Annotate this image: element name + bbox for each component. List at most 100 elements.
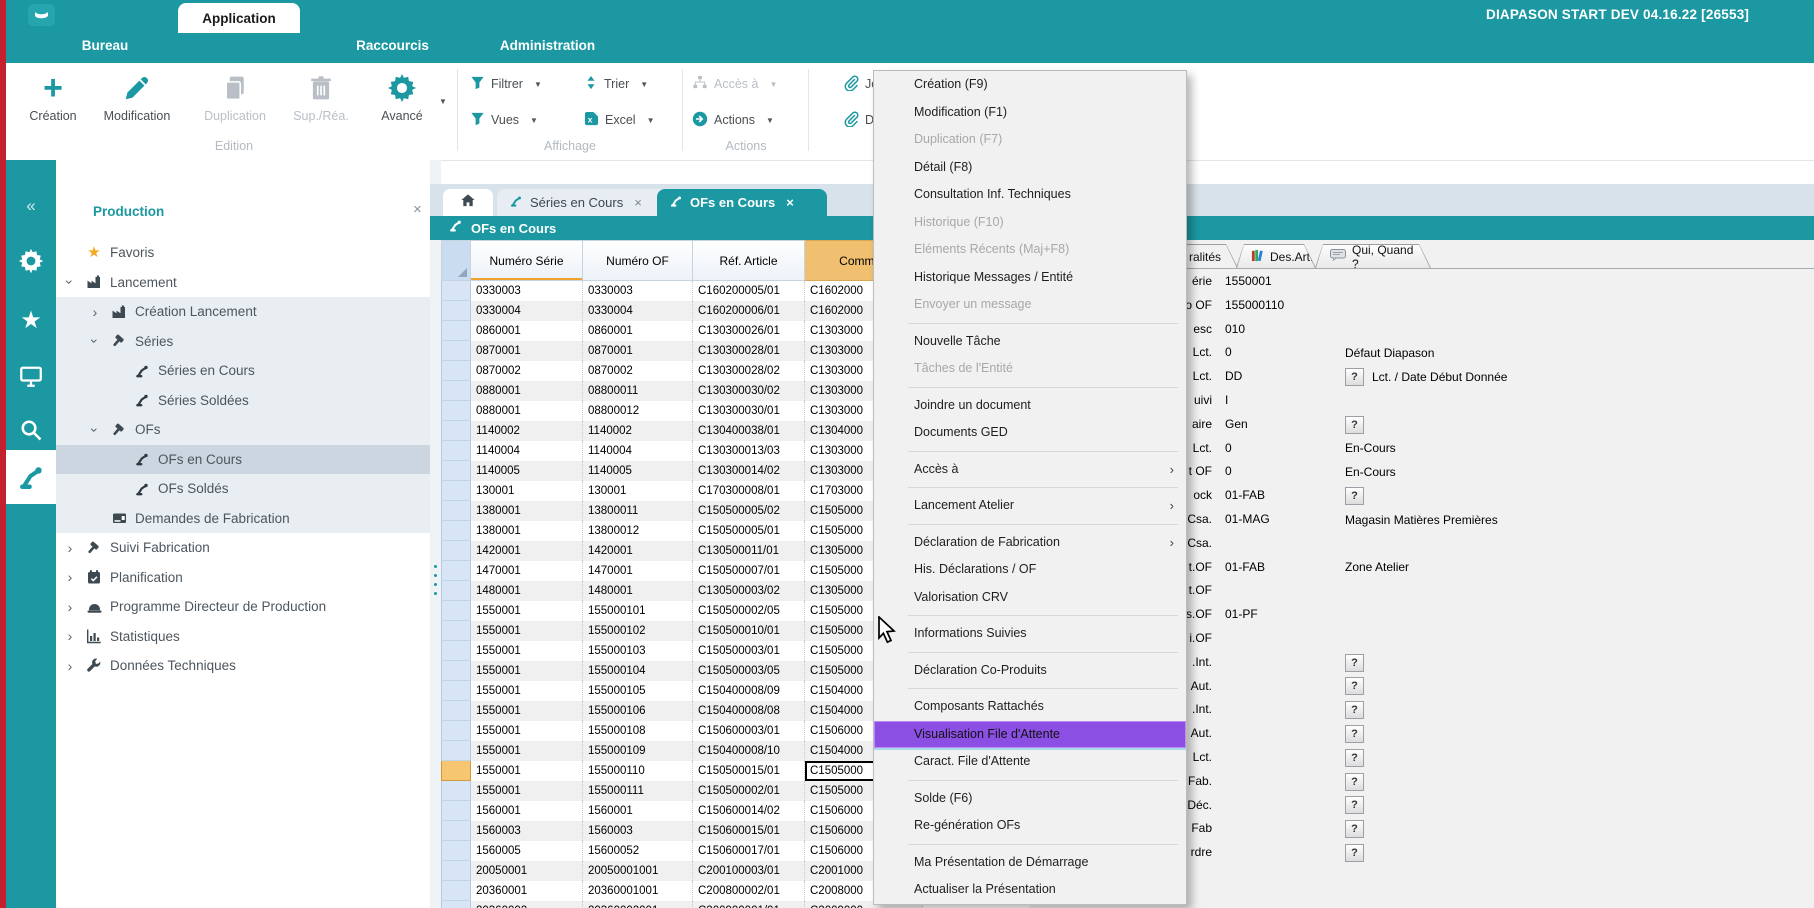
avance-button[interactable]: Avancé bbox=[364, 69, 440, 135]
cell[interactable]: 155000102 bbox=[583, 621, 693, 641]
cell[interactable]: C130300028/01 bbox=[693, 341, 805, 361]
cell[interactable]: 1380001 bbox=[471, 501, 583, 521]
help-button[interactable]: ? bbox=[1345, 654, 1364, 672]
row-selector-cell[interactable] bbox=[441, 381, 471, 401]
sidebar-item-ofs-en-cours[interactable]: ›OFs en Cours bbox=[56, 445, 430, 475]
table-row[interactable]: 2036000220360002001C200900001/01C2009000 bbox=[441, 901, 924, 908]
modification-button[interactable]: Modification bbox=[85, 69, 189, 135]
menu-item-creation-f9[interactable]: Création (F9) bbox=[874, 71, 1186, 99]
table-row[interactable]: 1550001155000111C150500002/01C1505000 bbox=[441, 781, 924, 801]
cell[interactable]: C130500003/02 bbox=[693, 581, 805, 601]
cell[interactable]: 20360002 bbox=[471, 901, 583, 908]
cell[interactable]: 1140005 bbox=[583, 461, 693, 481]
menu-tab-raccourcis[interactable]: Raccourcis bbox=[340, 38, 445, 53]
cell[interactable]: C150500003/01 bbox=[693, 641, 805, 661]
cell[interactable]: 155000108 bbox=[583, 721, 693, 741]
table-row[interactable]: 08700010870001C130300028/01C1303000 bbox=[441, 341, 924, 361]
cell[interactable]: 1420001 bbox=[583, 541, 693, 561]
cell[interactable]: 20360001001 bbox=[583, 881, 693, 901]
column-header-ref-article[interactable]: Réf. Article bbox=[693, 240, 805, 281]
help-button[interactable]: ? bbox=[1345, 820, 1364, 838]
table-row[interactable]: 11400041140004C130300013/03C1303000 bbox=[441, 441, 924, 461]
table-row[interactable]: 138000113800012C150500005/01C1505000 bbox=[441, 521, 924, 541]
tree-caret-icon[interactable]: › bbox=[62, 270, 78, 294]
cell[interactable]: C150600017/01 bbox=[693, 841, 805, 861]
sidebar-item-programme-directeur-de-production[interactable]: ›Programme Directeur de Production bbox=[56, 592, 430, 622]
modules-gear-icon[interactable] bbox=[6, 248, 56, 279]
cell[interactable]: 0870001 bbox=[471, 341, 583, 361]
row-selector-cell[interactable] bbox=[441, 901, 471, 908]
suppression-button[interactable]: Sup./Réa. bbox=[283, 69, 359, 135]
help-button[interactable]: ? bbox=[1345, 725, 1364, 743]
menu-item-modification-f1[interactable]: Modification (F1) bbox=[874, 99, 1186, 127]
detail-tab-qui-quand[interactable]: Qui, Quand ? bbox=[1315, 244, 1431, 268]
cell[interactable]: 1550001 bbox=[471, 641, 583, 661]
menu-item-joindre-un-document[interactable]: Joindre un document bbox=[874, 392, 1186, 420]
cell[interactable]: C130300030/01 bbox=[693, 401, 805, 421]
cell[interactable]: 1550001 bbox=[471, 701, 583, 721]
cell[interactable]: C150500005/01 bbox=[693, 521, 805, 541]
table-row[interactable]: 15600011560001C150600014/02C1506000 bbox=[441, 801, 924, 821]
cell[interactable]: 1140002 bbox=[583, 421, 693, 441]
vues-button[interactable]: Vues ▼ bbox=[470, 109, 566, 131]
tree-caret-icon[interactable]: › bbox=[58, 540, 82, 556]
search-icon[interactable] bbox=[6, 418, 56, 447]
column-header-numero-serie[interactable]: Numéro Série bbox=[471, 240, 583, 281]
menu-item-ma-presentation-de-demarrage[interactable]: Ma Présentation de Démarrage bbox=[874, 849, 1186, 877]
cell[interactable]: C150400008/08 bbox=[693, 701, 805, 721]
table-row[interactable]: 03300040330004C160200006/01C1602000 bbox=[441, 301, 924, 321]
table-row[interactable]: 03300030330003C160200005/01C1602000 bbox=[441, 281, 924, 301]
cell[interactable]: C130400038/01 bbox=[693, 421, 805, 441]
table-row[interactable]: 156000515600052C150600017/01C1506000 bbox=[441, 841, 924, 861]
cell[interactable]: C150500005/02 bbox=[693, 501, 805, 521]
cell[interactable]: 1480001 bbox=[583, 581, 693, 601]
cell[interactable]: 1550001 bbox=[471, 781, 583, 801]
cell[interactable]: C150500010/01 bbox=[693, 621, 805, 641]
production-module-icon[interactable] bbox=[6, 450, 56, 504]
cell[interactable]: 0880001 bbox=[471, 401, 583, 421]
cell[interactable]: 1470001 bbox=[583, 561, 693, 581]
row-selector-cell[interactable] bbox=[441, 521, 471, 541]
tree-caret-icon[interactable]: › bbox=[58, 658, 82, 674]
sidebar-item-statistiques[interactable]: ›Statistiques bbox=[56, 622, 430, 652]
cell[interactable]: 1560005 bbox=[471, 841, 583, 861]
row-selector-cell[interactable] bbox=[441, 681, 471, 701]
help-button[interactable]: ? bbox=[1345, 487, 1364, 505]
cell[interactable]: 1140005 bbox=[471, 461, 583, 481]
cell[interactable]: 1470001 bbox=[471, 561, 583, 581]
menu-item-informations-suivies[interactable]: Informations Suivies bbox=[874, 620, 1186, 648]
cell[interactable]: 1550001 bbox=[471, 681, 583, 701]
cell[interactable]: 1550001 bbox=[471, 661, 583, 681]
cell[interactable]: C200800002/01 bbox=[693, 881, 805, 901]
cell[interactable]: C130300014/02 bbox=[693, 461, 805, 481]
tree-caret-icon[interactable]: › bbox=[58, 569, 82, 585]
row-selector-cell[interactable] bbox=[441, 561, 471, 581]
excel-button[interactable]: x Excel ▼ bbox=[584, 109, 674, 131]
menu-item-consultation-inf-techniques[interactable]: Consultation Inf. Techniques bbox=[874, 181, 1186, 209]
close-icon[interactable]: × bbox=[786, 195, 794, 210]
row-selector-cell[interactable] bbox=[441, 761, 471, 781]
cell[interactable]: 155000104 bbox=[583, 661, 693, 681]
cell[interactable]: C160200005/01 bbox=[693, 281, 805, 301]
cell[interactable]: 155000105 bbox=[583, 681, 693, 701]
cell[interactable]: 1140004 bbox=[583, 441, 693, 461]
row-selector-cell[interactable] bbox=[441, 301, 471, 321]
table-row[interactable]: 1550001155000109C150400008/10C1504000 bbox=[441, 741, 924, 761]
filtrer-button[interactable]: Filtrer ▼ bbox=[470, 73, 566, 95]
table-row[interactable]: 14700011470001C150500007/01C1505000 bbox=[441, 561, 924, 581]
row-selector-cell[interactable] bbox=[441, 621, 471, 641]
close-icon[interactable]: × bbox=[634, 195, 642, 210]
cell[interactable]: 155000101 bbox=[583, 601, 693, 621]
column-header-numero-of[interactable]: Numéro OF bbox=[583, 240, 693, 281]
cell[interactable]: 1480001 bbox=[471, 581, 583, 601]
menu-item-historique-messages-entite[interactable]: Historique Messages / Entité bbox=[874, 264, 1186, 292]
cell[interactable]: 20050001001 bbox=[583, 861, 693, 881]
sidebar-item-lancement[interactable]: ›Lancement bbox=[56, 268, 430, 298]
menu-tab-application[interactable]: Application bbox=[178, 3, 300, 33]
tree-caret-icon[interactable]: › bbox=[83, 304, 107, 320]
cell[interactable]: C130300013/03 bbox=[693, 441, 805, 461]
cell[interactable]: 130001 bbox=[471, 481, 583, 501]
tree-caret-icon[interactable]: › bbox=[87, 418, 103, 442]
cell[interactable]: 1420001 bbox=[471, 541, 583, 561]
row-selector-cell[interactable] bbox=[441, 601, 471, 621]
